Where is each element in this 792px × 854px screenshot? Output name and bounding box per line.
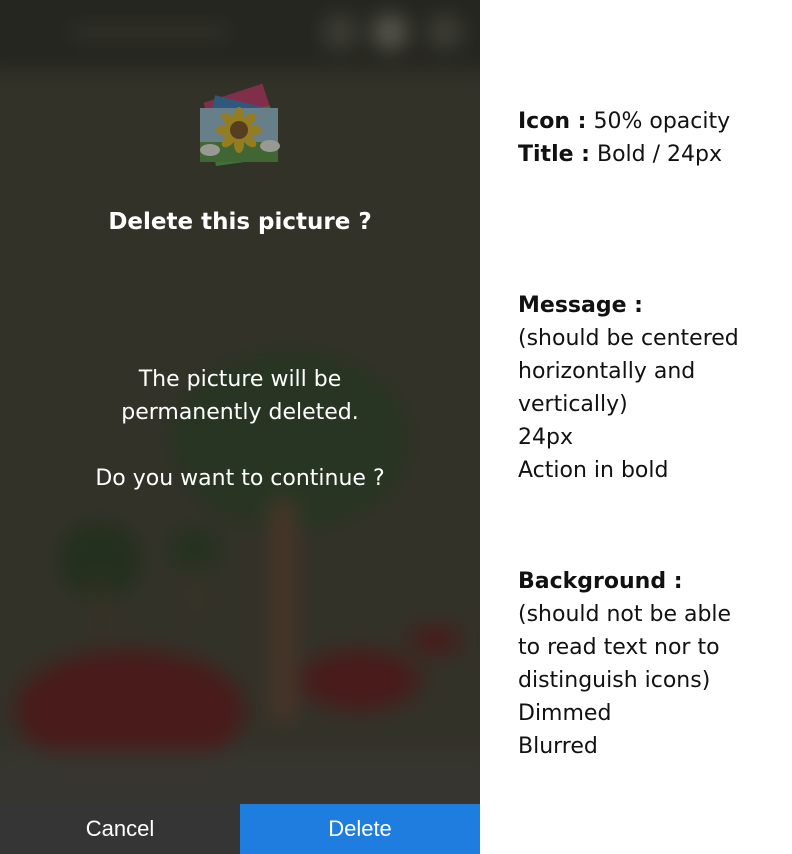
annotation-line: 24px (518, 425, 573, 450)
annotation-icon: Icon : 50% opacity (518, 105, 788, 138)
annotation-line: Action in bold (518, 458, 669, 483)
annotation-line: Dimmed (518, 701, 612, 726)
dialog-action-bar: Cancel Delete (0, 804, 480, 854)
cancel-button[interactable]: Cancel (0, 804, 240, 854)
annotation-label: Title : (518, 142, 590, 167)
dialog-message: The picture will be permanently deleted.… (0, 363, 480, 495)
annotation-title: Title : Bold / 24px (518, 138, 788, 171)
annotation-label: Message : (518, 293, 643, 318)
dialog-title: Delete this picture ? (108, 209, 372, 235)
annotation-label: Background : (518, 569, 683, 594)
annotation-label: Icon : (518, 109, 587, 134)
annotation-icon-title: Icon : 50% opacity Title : Bold / 24px (518, 105, 788, 171)
annotation-line: horizontally and (518, 359, 696, 384)
dialog-screen: Delete this picture ? The picture will b… (0, 0, 480, 854)
delete-button[interactable]: Delete (240, 804, 480, 854)
annotation-text: Bold / 24px (596, 142, 722, 167)
annotation-line: (should be centered (518, 326, 739, 351)
annotation-line: vertically) (518, 392, 628, 417)
annotation-line: to read text nor to (518, 635, 720, 660)
annotation-line: Blurred (518, 734, 598, 759)
annotation-line: (should not be able (518, 602, 732, 627)
message-line: The picture will be (138, 367, 342, 392)
annotation-line: distinguish icons) (518, 668, 711, 693)
annotation-message: Message : (should be centered horizontal… (518, 289, 788, 487)
image-stack-icon (186, 84, 294, 180)
annotation-text: 50% opacity (593, 109, 731, 134)
message-action-line: Do you want to continue ? (95, 466, 385, 491)
annotation-background: Background : (should not be able to read… (518, 565, 788, 763)
message-line: permanently deleted. (121, 400, 359, 425)
